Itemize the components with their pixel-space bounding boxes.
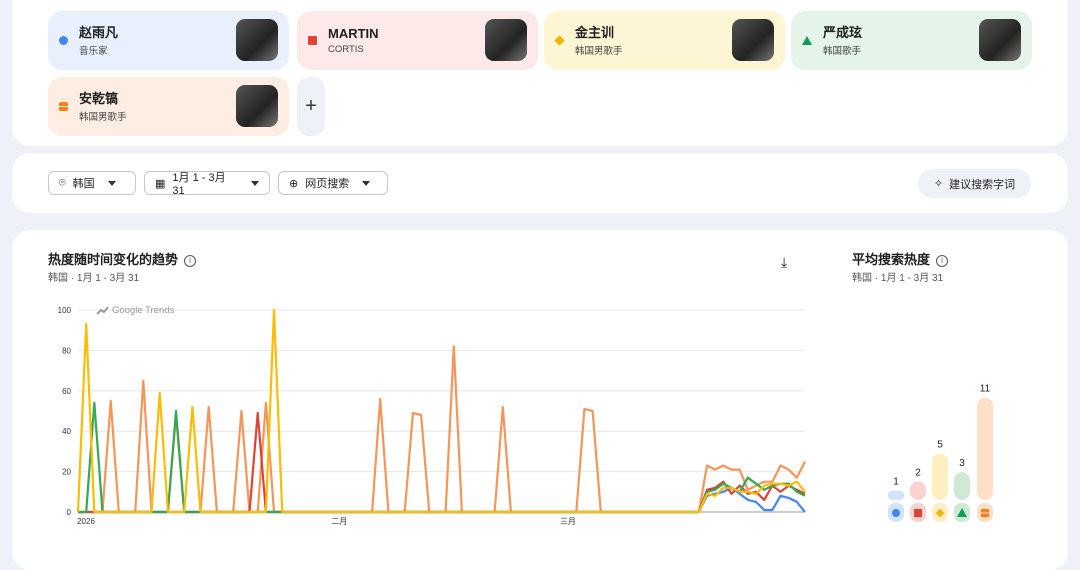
y-tick-label: 40 xyxy=(62,427,71,436)
series-line-0 xyxy=(78,486,806,514)
y-tick-label: 0 xyxy=(67,508,72,517)
x-tick-label: 2026 xyxy=(77,517,95,526)
svg-text:Google Trends: Google Trends xyxy=(112,305,175,316)
trend-chart: 0 20 40 60 80 100 2026 二月 三月 Google Trends xyxy=(58,305,806,526)
x-tick-label: 二月 xyxy=(331,517,347,526)
series-line-2 xyxy=(76,308,806,514)
x-tick-label: 三月 xyxy=(560,517,576,526)
y-tick-label: 80 xyxy=(62,346,71,355)
y-tick-label: 20 xyxy=(62,468,71,477)
series-line-3 xyxy=(78,401,806,514)
y-tick-label: 60 xyxy=(62,387,71,396)
y-tick-label: 100 xyxy=(58,306,72,315)
